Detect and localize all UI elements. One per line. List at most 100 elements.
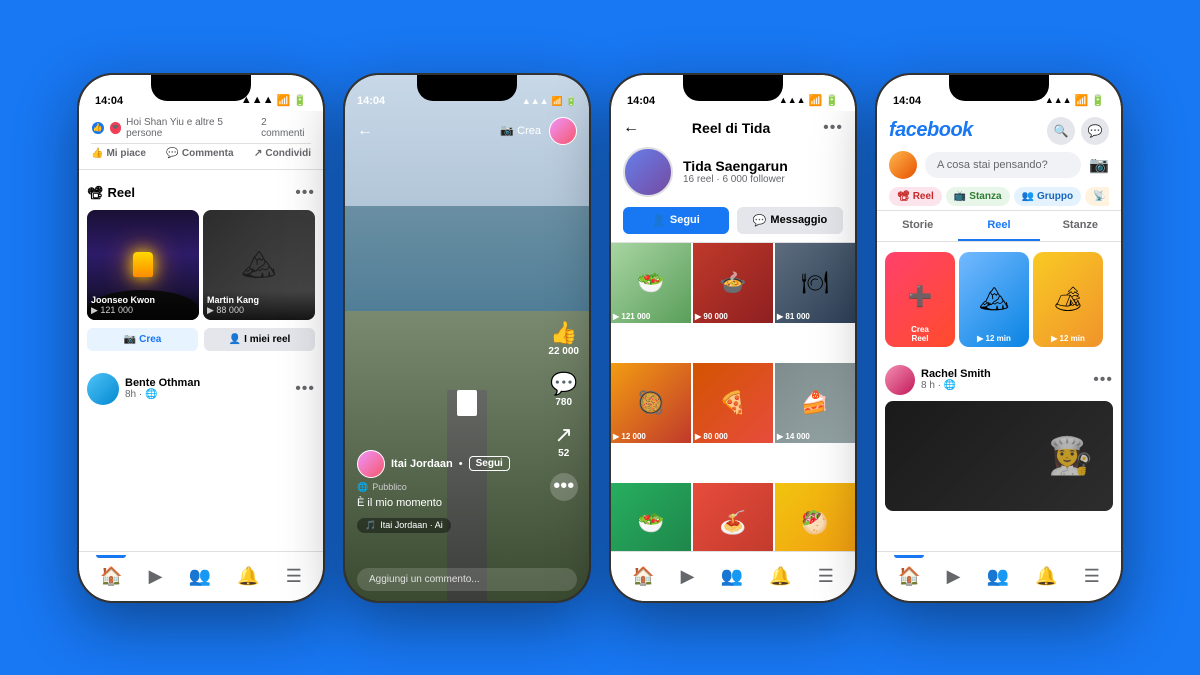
tab-reel-4[interactable]: Reel — [958, 211, 1039, 241]
video-views-4: ▶ 12 000 — [613, 432, 646, 441]
reel-thumb-2[interactable]: 🏔 Martin Kang ▶ 88 000 — [203, 210, 315, 320]
btn-miei-1[interactable]: 👤 I miei reel — [204, 328, 315, 351]
btn-crea-1[interactable]: 📷 Crea — [87, 328, 198, 351]
rachel-more-4[interactable]: ••• — [1093, 371, 1113, 389]
nav-menu-1[interactable]: ☰ — [286, 566, 302, 587]
segui-btn-2[interactable]: Segui — [469, 456, 510, 471]
nav-menu-4[interactable]: ☰ — [1084, 566, 1100, 587]
like-action[interactable]: 👍 Mi piace — [91, 148, 146, 159]
nav-video-1[interactable]: ▶ — [149, 566, 163, 587]
rachel-avatar-4 — [885, 365, 915, 395]
nav-home-4[interactable]: 🏠 — [898, 566, 920, 587]
video-cell-4[interactable]: 🥘 ▶ 12 000 — [611, 363, 691, 443]
video-cell-3[interactable]: 🍽 ▶ 81 000 — [775, 243, 855, 323]
post-info-1: Bente Othman 8h · 🌐 — [125, 377, 289, 400]
nav-bell-1[interactable]: 🔔 — [237, 566, 259, 587]
reel-buttons-1: 📷 Crea 👤 I miei reel — [87, 328, 315, 351]
comment-bar-2[interactable]: Aggiungi un commento... — [357, 568, 577, 591]
pill-live-4[interactable]: 📡 Li — [1085, 187, 1109, 206]
like-action-2[interactable]: 👍 22 000 — [548, 320, 579, 357]
back-arrow-3[interactable]: ← — [623, 119, 639, 137]
comment-count-2: 780 — [555, 397, 572, 408]
globe-icon-2: 🌐 — [357, 482, 368, 493]
share-action-2[interactable]: ↗ 52 — [554, 422, 572, 459]
music-icon-2: 🎵 — [365, 520, 376, 531]
profile-stats-3: 16 reel · 6 000 follower — [683, 174, 788, 185]
pill-reel-4[interactable]: 📽 Reel — [889, 187, 942, 206]
post-more-1[interactable]: ••• — [295, 380, 315, 398]
video-cell-6[interactable]: 🍰 ▶ 14 000 — [775, 363, 855, 443]
create-reel-card-4[interactable]: ➕ CreaReel — [885, 252, 955, 347]
user-avatar-2 — [357, 450, 385, 478]
nav-video-3[interactable]: ▶ — [681, 566, 695, 587]
profile-info-3: Tida Saengarun 16 reel · 6 000 follower — [623, 147, 843, 197]
video-bg-2: 14:04 ▲▲▲ 📶 🔋 ← 📷 Crea 👍 22 — [345, 75, 589, 601]
create-reel-2[interactable]: 📷 Crea — [500, 124, 541, 137]
btn-messaggio-3[interactable]: 💬 Messaggio — [737, 207, 843, 234]
msg-icon-3: 💬 — [753, 214, 767, 227]
lantern — [133, 252, 153, 277]
nav-people-1[interactable]: 👥 — [189, 566, 211, 587]
nav-people-4[interactable]: 👥 — [987, 566, 1009, 587]
reel-card-3-4[interactable]: 🏕 ▶ 12 min — [1033, 252, 1103, 347]
pill-gruppo-4[interactable]: 👥 Gruppo — [1014, 187, 1082, 206]
status-icons-4: ▲▲▲ 📶 🔋 — [1045, 94, 1105, 107]
back-arrow-2[interactable]: ← — [357, 122, 373, 140]
reel-card-2-4[interactable]: 🏔 ▶ 12 min — [959, 252, 1029, 347]
pill-stanza-4[interactable]: 📺 Stanza — [946, 187, 1010, 206]
tab-storie-4[interactable]: Storie — [877, 211, 958, 241]
wifi-3: 📶 — [809, 94, 823, 107]
tab-stanze-4[interactable]: Stanze — [1040, 211, 1121, 241]
reel-thumb-1[interactable]: Joonseo Kwon ▶ 121 000 — [87, 210, 199, 320]
video-views-3: ▶ 81 000 — [777, 312, 810, 321]
username-2: Itai Jordaan — [391, 458, 453, 470]
food-1: 🥗 — [637, 270, 664, 296]
nav-people-3[interactable]: 👥 — [721, 566, 743, 587]
share-action[interactable]: ↗ Condividi — [254, 148, 311, 159]
more-icon-2: ••• — [550, 473, 578, 501]
share-count-2: 52 — [558, 448, 569, 459]
rachel-post-4: Rachel Smith 8 h · 🌐 ••• 👩‍🍳 — [877, 357, 1121, 519]
nav-menu-3[interactable]: ☰ — [818, 566, 834, 587]
like-count-2: 22 000 — [548, 346, 579, 357]
nav-bell-4[interactable]: 🔔 — [1035, 566, 1057, 587]
fb-header-1: 👍 ❤ Hoi Shan Yiu e altre 5 persone 2 com… — [79, 111, 323, 170]
status-icons-1: ▲▲▲ 📶 🔋 — [241, 94, 307, 107]
reel-title-1: 📽 Reel — [87, 185, 135, 201]
share-icon-2: ↗ — [554, 422, 572, 448]
action-bar: 👍 Mi piace 💬 Commenta ↗ Condividi — [91, 143, 311, 163]
nav-home-3[interactable]: 🏠 — [632, 566, 654, 587]
comment-action-2[interactable]: 💬 780 — [550, 371, 577, 408]
thinking-input-4[interactable]: A cosa stai pensando? — [925, 152, 1081, 178]
more-action-2[interactable]: ••• — [550, 473, 578, 501]
btn-segui-3[interactable]: 👤 Segui — [623, 207, 729, 234]
video-cell-2[interactable]: 🍲 ▶ 90 000 — [693, 243, 773, 323]
reaction-bar: 👍 ❤ Hoi Shan Yiu e altre 5 persone 2 com… — [91, 117, 311, 139]
profile-top-nav-3: ← Reel di Tida ••• — [623, 119, 843, 137]
notch-2 — [417, 75, 517, 101]
photo-icon-4[interactable]: 📷 — [1089, 155, 1109, 175]
comment-icon-2: 💬 — [550, 371, 577, 397]
user-avatar-4 — [889, 151, 917, 179]
profile-more-3[interactable]: ••• — [823, 119, 843, 137]
search-icon-4[interactable]: 🔍 — [1047, 117, 1075, 145]
video-cell-5[interactable]: 🍕 ▶ 80 000 — [693, 363, 773, 443]
gruppo-pill-icon-4: 👥 — [1022, 191, 1034, 202]
nav-home-1[interactable]: 🏠 — [100, 566, 122, 587]
audio-tag-2[interactable]: 🎵 Itai Jordaan · Ai — [357, 518, 451, 533]
notch-1 — [151, 75, 251, 101]
nav-bell-3[interactable]: 🔔 — [769, 566, 791, 587]
messenger-icon-4[interactable]: 💬 — [1081, 117, 1109, 145]
live-pill-icon-4: 📡 — [1093, 191, 1105, 202]
video-cell-1[interactable]: 🥗 ▶ 121 000 — [611, 243, 691, 323]
time-2: 14:04 — [357, 95, 385, 107]
video-views-2: ▶ 90 000 — [695, 312, 728, 321]
reel-more-1[interactable]: ••• — [295, 184, 315, 202]
post-item-1: Bente Othman 8h · 🌐 ••• — [79, 365, 323, 413]
reel-card-label-2-4: ▶ 12 min — [959, 334, 1029, 343]
fb-logo-row-4: facebook 🔍 💬 — [889, 117, 1109, 145]
battery-3: 🔋 — [825, 94, 839, 107]
nav-video-4[interactable]: ▶ — [947, 566, 961, 587]
nav-active-bar — [96, 555, 126, 558]
comment-action[interactable]: 💬 Commenta — [166, 148, 233, 159]
